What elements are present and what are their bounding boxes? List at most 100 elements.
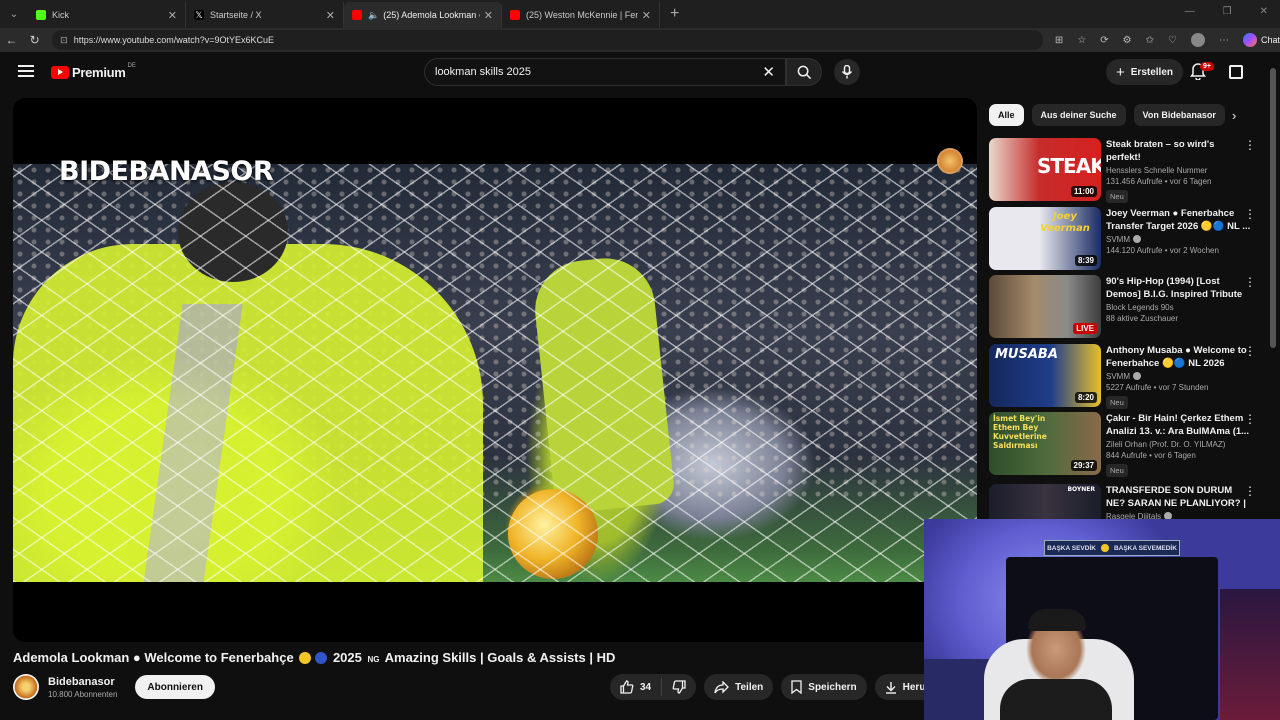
more-options-icon[interactable]: ⋮ [1244,345,1256,357]
list-item[interactable]: LIVE 90's Hip-Hop (1994) [Lost Demos] B.… [989,275,1264,344]
list-item[interactable]: İsmet Bey'in Ethem Bey Kuvvetlerine Sald… [989,412,1264,484]
chip-from-search[interactable]: Aus deiner Suche [1031,104,1126,126]
site-info-icon[interactable]: ⊡ [60,35,68,46]
club-crest-icon [1099,543,1110,553]
copilot-chat-button[interactable]: Chat [1243,33,1280,47]
channel-name[interactable]: Hensslers Schnelle Nummer [1106,166,1251,175]
channel-row: Bidebanasor 10.800 Abonnenten Abonnieren [13,674,215,700]
webcam-overlay: BAŞKA SEVDİK BAŞKA SEVEMEDİK [924,519,1280,720]
youtube-favicon-icon [510,10,520,20]
like-button[interactable]: 34 [610,678,663,696]
more-options-icon[interactable]: ⋮ [1244,139,1256,151]
list-item[interactable]: MUSABA 8:20 Anthony Musaba ● Welcome to … [989,343,1264,413]
brand-label: Premium [72,65,126,80]
video-thumbnail[interactable]: STEAK 11:00 [989,138,1101,201]
app-icon[interactable]: ⊞ [1055,35,1063,46]
like-dislike-group: 34 [610,674,697,700]
more-options-icon[interactable]: ⋮ [1244,485,1256,497]
maximize-icon[interactable]: ❐ [1223,6,1232,17]
channel-name[interactable]: Zileli Orhan (Prof. Dr. O. YILMAZ) [1106,440,1251,449]
more-options-icon[interactable]: ⋮ [1244,276,1256,288]
save-button[interactable]: Speichern [781,674,867,700]
more-options-icon[interactable]: ⋮ [1244,413,1256,425]
close-tab-icon[interactable]: ✕ [326,9,335,22]
subscribe-button[interactable]: Abonnieren [135,675,215,699]
security-icon[interactable]: ♡ [1168,35,1177,46]
channel-name[interactable]: SVMM [1106,371,1251,381]
region-label: DE [127,62,136,69]
like-count: 34 [640,681,652,693]
tab-title: Startseite / X [210,10,262,20]
close-tab-icon[interactable]: ✕ [168,9,177,22]
list-item[interactable]: STEAK 11:00 Steak braten – so wird's per… [989,138,1264,207]
browser-tab[interactable]: 𝕏 Startseite / X ✕ [186,2,344,28]
create-label: Erstellen [1130,66,1174,78]
duration-badge: 8:20 [1074,391,1097,403]
voice-search-button[interactable] [834,59,860,85]
channel-watermark-icon[interactable] [937,148,963,174]
new-tab-icon[interactable]: + [670,5,679,23]
save-label: Speichern [808,681,857,693]
chip-all[interactable]: Alle [989,104,1024,126]
search-button[interactable] [786,58,822,86]
favorite-star-icon[interactable]: ☆ [1077,35,1086,46]
channel-name[interactable]: Block Legends 90s [1106,303,1251,312]
browser-tab[interactable]: Kick ✕ [28,2,186,28]
video-title[interactable]: Steak braten – so wird's perfekt! [1106,138,1251,164]
new-badge: Neu [1106,395,1128,409]
search-input[interactable]: lookman skills 2025 ✕ [424,58,786,86]
video-stats: 88 aktive Zuschauer [1106,314,1179,323]
chevron-right-icon[interactable]: › [1232,108,1236,123]
extension-icon[interactable]: ⚙ [1123,35,1132,46]
video-thumbnail[interactable]: MUSABA 8:20 [989,343,1101,407]
browser-tab[interactable]: (25) Weston McKennie | Fenerbahçe ✕ [502,2,660,28]
video-thumbnail[interactable]: LIVE [989,275,1101,338]
video-thumbnail[interactable]: İsmet Bey'in Ethem Bey Kuvvetlerine Sald… [989,412,1101,475]
channel-avatar[interactable] [13,674,39,700]
thumbs-down-icon [672,680,686,694]
clear-search-icon[interactable]: ✕ [762,63,775,81]
more-icon[interactable]: ⋯ [1219,35,1229,46]
channel-name[interactable]: SVMM [1106,234,1251,244]
share-icon [714,680,730,694]
thumbnail-text: MUSABA [995,346,1058,362]
share-button[interactable]: Teilen [704,674,774,700]
list-item[interactable]: Joey Veerman 8:39 Joey Veerman ● Fenerba… [989,206,1264,276]
video-thumbnail[interactable]: Joey Veerman 8:39 [989,206,1101,270]
thumbnail-text: STEAK [1037,154,1101,178]
close-window-icon[interactable]: ✕ [1260,6,1268,17]
video-title[interactable]: Anthony Musaba ● Welcome to Fenerbahce 🟡… [1106,344,1251,370]
related-videos: STEAK 11:00 Steak braten – so wird's per… [989,138,1264,553]
close-tab-icon[interactable]: ✕ [642,9,651,22]
favorites-icon[interactable]: ✩ [1146,35,1154,46]
speaker-icon[interactable]: 🔈 [368,10,379,21]
page-scrollbar[interactable] [1270,60,1276,520]
url-field[interactable]: ⊡ https://www.youtube.com/watch?v=9OtYEx… [52,30,1043,50]
video-frame [13,164,977,582]
tab-list-icon[interactable]: ⌄ [0,0,28,28]
menu-icon[interactable] [18,65,34,77]
tab-title: (25) Weston McKennie | Fenerbahçe [526,10,638,20]
refresh-extension-icon[interactable]: ⟳ [1100,35,1108,46]
back-icon[interactable]: ← [0,33,23,47]
video-title[interactable]: Çakır - Bir Hain! Çerkez Ethem Analizi 1… [1106,412,1251,438]
account-avatar[interactable] [1229,65,1243,79]
video-title[interactable]: TRANSFERDE SON DURUM NE? SARAN NE PLANLI… [1106,484,1251,510]
close-tab-icon[interactable]: ✕ [484,9,493,22]
dislike-button[interactable] [662,680,696,694]
create-button[interactable]: + Erstellen [1106,59,1184,85]
minimize-icon[interactable]: — [1185,6,1195,17]
profile-icon[interactable] [1191,33,1205,47]
reload-icon[interactable]: ↻ [23,33,46,47]
video-player[interactable]: BIDEBANASOR [13,98,977,642]
plaque-text-left: BAŞKA SEVDİK [1047,544,1096,552]
video-stats: 5227 Aufrufe • vor 7 Stunden [1106,382,1209,392]
video-title[interactable]: Joey Veerman ● Fenerbahce Transfer Targe… [1106,207,1251,233]
channel-name[interactable]: Bidebanasor [48,676,117,688]
browser-tab-active[interactable]: 🔈 (25) Ademola Lookman ● Wel ✕ [344,2,502,28]
youtube-logo[interactable]: Premium DE [51,62,136,80]
more-options-icon[interactable]: ⋮ [1244,208,1256,220]
download-icon [885,681,896,694]
chip-from-channel[interactable]: Von Bidebanasor [1133,104,1225,126]
video-title[interactable]: 90's Hip-Hop (1994) [Lost Demos] B.I.G. … [1106,275,1251,301]
